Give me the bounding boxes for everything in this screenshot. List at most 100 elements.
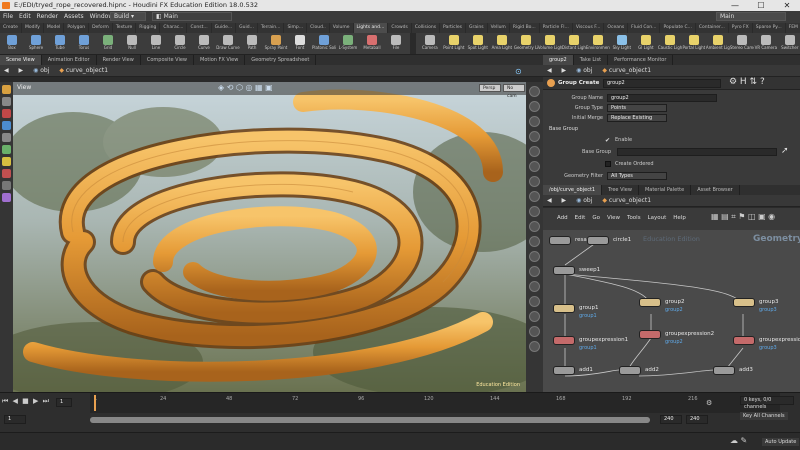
shelf-tab[interactable]: Container... — [696, 23, 729, 33]
playhead[interactable] — [94, 395, 96, 411]
shelf-tab[interactable]: Oceans — [604, 23, 629, 33]
rotate-tool-icon[interactable] — [2, 109, 11, 118]
display-option-icon[interactable] — [529, 116, 540, 127]
display-option-icon[interactable] — [529, 221, 540, 232]
shelf-tool[interactable]: VR Camera — [754, 33, 778, 54]
shelf-tool[interactable]: Curve — [192, 33, 216, 54]
move-tool-icon[interactable] — [2, 97, 11, 106]
display-option-icon[interactable] — [529, 296, 540, 307]
shelf-tool[interactable]: Draw Curve — [216, 33, 240, 54]
shelf-tab[interactable]: Sparse Py... — [753, 23, 786, 33]
create-ordered-checkbox[interactable] — [605, 161, 611, 167]
display-option-icon[interactable] — [529, 101, 540, 112]
shelf-tab[interactable]: Cloud.. — [307, 23, 330, 33]
magnet-tool-icon[interactable] — [2, 169, 11, 178]
pane-tab[interactable]: Scene View — [0, 55, 42, 65]
base-group-field[interactable] — [617, 148, 777, 156]
shelf-tool[interactable]: Line — [144, 33, 168, 54]
current-frame-field[interactable]: 1 — [56, 398, 72, 407]
pane-tab[interactable]: Performance Monitor — [608, 55, 674, 65]
path-obj[interactable]: ◉ obj — [572, 65, 596, 76]
forward-arrow-icon[interactable]: ▶ — [15, 65, 28, 76]
display-option-icon[interactable] — [529, 191, 540, 202]
path-node[interactable]: ◆ curve_object1 — [55, 65, 112, 76]
display-option-icon[interactable] — [529, 266, 540, 277]
enable-check-icon[interactable]: ✔ — [605, 136, 610, 146]
geometry-filter-dropdown[interactable]: All Types — [607, 172, 667, 180]
shelf-tab[interactable]: Rigging — [136, 23, 161, 33]
pane-tab[interactable]: Render View — [97, 55, 141, 65]
node-box[interactable] — [587, 236, 609, 245]
display-option-icon[interactable] — [529, 311, 540, 322]
start-frame-field[interactable]: 1 — [4, 415, 26, 424]
node-box[interactable] — [553, 366, 575, 375]
shelf-tool[interactable]: Metaball — [360, 33, 384, 54]
main-desktop-dropdown[interactable]: ◧ Main — [152, 12, 232, 21]
pane-tab[interactable]: Take List — [574, 55, 609, 65]
node-name-field[interactable]: group2 — [603, 79, 721, 88]
shelf-tab[interactable]: Viscous F... — [573, 23, 605, 33]
create-ordered-row[interactable]: Create Ordered — [543, 159, 800, 169]
pin-icon[interactable]: ⊙ — [515, 66, 522, 76]
shelf-tab[interactable]: Collisions — [412, 23, 441, 33]
shelf-tool[interactable]: Sphere — [24, 33, 48, 54]
forward-arrow-icon[interactable]: ▶ — [558, 195, 571, 206]
pane-tab[interactable]: Asset Browser — [691, 185, 740, 195]
shelf-tab[interactable]: Modify — [22, 23, 44, 33]
shelf-tool[interactable]: Tube — [48, 33, 72, 54]
shelf-tab[interactable]: Guid... — [236, 23, 258, 33]
minimize-button[interactable]: — — [722, 0, 748, 11]
back-arrow-icon[interactable]: ◀ — [0, 65, 13, 76]
node-box[interactable] — [639, 298, 661, 307]
shelf-tab[interactable]: Grains — [466, 23, 488, 33]
maximize-button[interactable]: ☐ — [748, 0, 774, 11]
shelf-tool[interactable]: Path — [240, 33, 264, 54]
shelf-tool[interactable]: GI Light — [634, 33, 658, 54]
select-arrow-icon[interactable]: ➚ — [781, 146, 789, 156]
shelf-tab[interactable]: Const... — [187, 23, 212, 33]
pane-tab[interactable]: Material Palette — [639, 185, 692, 195]
pane-tab[interactable]: group2 — [543, 55, 574, 65]
param-field[interactable]: group2 — [607, 94, 717, 102]
timeline-ruler[interactable]: 124487296120144168192216240 — [90, 393, 780, 413]
path-node[interactable]: ◆ curve_object1 — [598, 65, 655, 76]
shelf-tab[interactable]: Rigid Bo... — [510, 23, 540, 33]
build-desktop-dropdown[interactable]: Build ▾ — [110, 12, 146, 21]
node-box[interactable] — [553, 336, 575, 345]
param-field[interactable]: Points — [607, 104, 667, 112]
shelf-tab[interactable]: Guide... — [212, 23, 237, 33]
shelf-tool[interactable]: Grid — [96, 33, 120, 54]
node-box[interactable] — [549, 236, 571, 245]
shelf-tool[interactable]: Sky Light — [610, 33, 634, 54]
shelf-tool[interactable]: Stereo Camera — [730, 33, 754, 54]
auto-update-dropdown[interactable]: Auto Update — [762, 438, 800, 446]
node-box[interactable] — [639, 330, 661, 339]
pose-tool-icon[interactable] — [2, 145, 11, 154]
network-menu-item[interactable]: View — [607, 215, 620, 221]
range-slider-handle[interactable] — [90, 417, 650, 423]
network-menu-item[interactable]: Add — [557, 215, 568, 221]
shelf-tab[interactable]: Pyro FX — [729, 23, 753, 33]
shelf-tab[interactable]: Particles — [440, 23, 467, 33]
shelf-tab[interactable]: Model — [44, 23, 65, 33]
persp-dropdown[interactable]: Persp — [479, 84, 501, 92]
pane-tab[interactable]: Geometry Spreadsheet — [245, 55, 317, 65]
realtime-icon[interactable]: ⚙ — [706, 399, 712, 407]
menu-item[interactable]: File — [0, 11, 16, 23]
shelf-tab[interactable]: Polygon — [64, 23, 90, 33]
display-option-icon[interactable] — [529, 341, 540, 352]
shelf-tab[interactable]: Texture — [113, 23, 137, 33]
network-menu-item[interactable]: Layout — [648, 215, 667, 221]
shelf-tool[interactable]: Torus — [72, 33, 96, 54]
node-box[interactable] — [713, 366, 735, 375]
range-end-field[interactable]: 240 — [660, 415, 682, 424]
display-option-icon[interactable] — [529, 326, 540, 337]
end-frame-field[interactable]: 240 — [686, 415, 708, 424]
select-tool-icon[interactable] — [2, 85, 11, 94]
back-arrow-icon[interactable]: ◀ — [543, 195, 556, 206]
network-menu-item[interactable]: Tools — [627, 215, 641, 221]
shelf-tool[interactable]: Caustic Light — [658, 33, 682, 54]
shelf-tab[interactable]: Lights and... — [353, 23, 389, 33]
shelf-tool[interactable]: Box — [0, 33, 24, 54]
display-option-icon[interactable] — [529, 161, 540, 172]
